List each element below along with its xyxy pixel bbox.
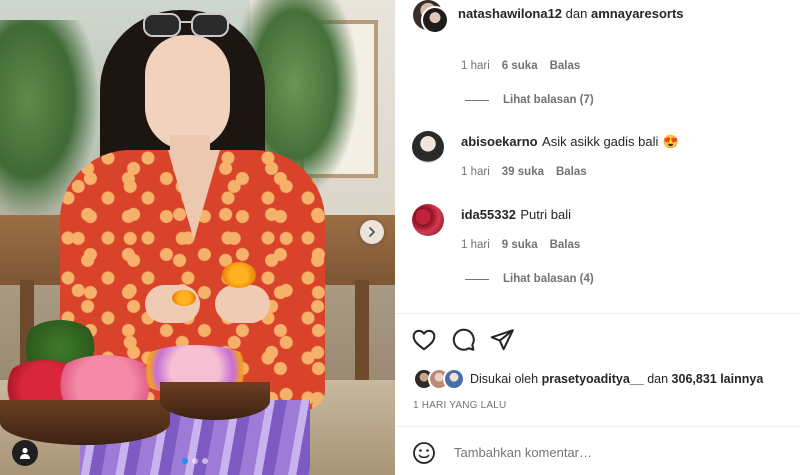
send-icon[interactable] — [489, 327, 515, 353]
offering-bowl — [160, 382, 270, 420]
comment-likes[interactable]: 39 suka — [502, 166, 544, 178]
comment-likes[interactable]: 6 suka — [502, 60, 538, 72]
carousel-indicator — [182, 458, 208, 464]
avatar[interactable] — [412, 204, 444, 236]
comment-username[interactable]: ida55332 — [461, 207, 516, 222]
section-divider — [395, 313, 800, 314]
carousel-dot — [192, 458, 198, 464]
avatar — [443, 368, 465, 390]
heart-icon[interactable] — [411, 327, 437, 353]
avatar[interactable] — [421, 6, 449, 34]
comment-meta: 1 hari 6 suka Balas — [461, 60, 580, 72]
comment-username[interactable]: abisoekarno — [461, 134, 538, 149]
likes-prefix: Disukai oleh — [470, 372, 539, 386]
sunglasses — [143, 13, 229, 37]
view-replies-button[interactable]: Lihat balasan (4) — [465, 273, 594, 285]
view-replies-button[interactable]: Lihat balasan (7) — [465, 94, 594, 106]
comment-header: natashawilona12 dan amnayaresorts — [458, 6, 684, 21]
comment-icon[interactable] — [450, 327, 476, 353]
comment-body: abisoekarno Asik asikk gadis bali 😍 — [461, 133, 679, 151]
offering-bowl — [0, 400, 170, 445]
carousel-dot-active — [182, 458, 188, 464]
liker-username[interactable]: prasetyoaditya__ — [542, 372, 644, 386]
bench-leg — [355, 280, 369, 380]
carousel-next-button[interactable] — [360, 220, 384, 244]
likes-count[interactable]: 306,831 lainnya — [672, 372, 764, 386]
comment-time[interactable]: 1 hari — [461, 239, 490, 251]
comment-input[interactable] — [452, 444, 776, 461]
comment-time[interactable]: 1 hari — [461, 60, 490, 72]
emoji-icon[interactable] — [412, 441, 436, 465]
tagged-users-button[interactable] — [12, 440, 38, 466]
post-media[interactable] — [0, 0, 395, 475]
comment-time[interactable]: 1 hari — [461, 166, 490, 178]
user-icon — [20, 447, 30, 459]
likes-text: Disukai oleh prasetyoaditya__ dan 306,83… — [470, 372, 763, 386]
woman-hand — [215, 285, 270, 323]
blouse-neckline — [168, 150, 220, 240]
comment-username[interactable]: amnayaresorts — [591, 6, 684, 21]
section-divider — [395, 426, 800, 427]
comment-meta: 1 hari 9 suka Balas — [461, 239, 580, 251]
reply-button[interactable]: Balas — [556, 166, 587, 178]
comment-meta: 1 hari 39 suka Balas — [461, 166, 587, 178]
comment-joiner: dan — [565, 6, 588, 21]
comment-body: ida55332 Putri bali — [461, 206, 571, 224]
reply-button[interactable]: Balas — [550, 60, 581, 72]
likes-summary: Disukai oleh prasetyoaditya__ dan 306,83… — [413, 368, 763, 390]
divider-line — [465, 99, 489, 101]
view-replies-label: Lihat balasan (7) — [503, 94, 594, 106]
view-replies-label: Lihat balasan (4) — [503, 273, 594, 285]
heart-eyes-emoji: 😍 — [662, 134, 680, 149]
liker-avatars[interactable] — [413, 368, 465, 390]
avatar[interactable] — [412, 131, 444, 163]
woman-face — [145, 35, 230, 150]
comment-text: Asik asikk gadis bali — [542, 134, 659, 149]
divider-line — [465, 278, 489, 280]
marigold-flower — [172, 290, 196, 306]
comments-panel: natashawilona12 dan amnayaresorts 1 hari… — [395, 0, 800, 475]
comment-text: Putri bali — [520, 207, 571, 222]
likes-joiner: dan — [647, 372, 669, 386]
carousel-dot — [202, 458, 208, 464]
comment-username[interactable]: natashawilona12 — [458, 6, 562, 21]
marigold-flower — [222, 262, 256, 288]
post-timestamp[interactable]: 1 HARI YANG LALU — [413, 400, 506, 411]
reply-button[interactable]: Balas — [550, 239, 581, 251]
comment-likes[interactable]: 9 suka — [502, 239, 538, 251]
chevron-right-icon — [369, 227, 375, 237]
